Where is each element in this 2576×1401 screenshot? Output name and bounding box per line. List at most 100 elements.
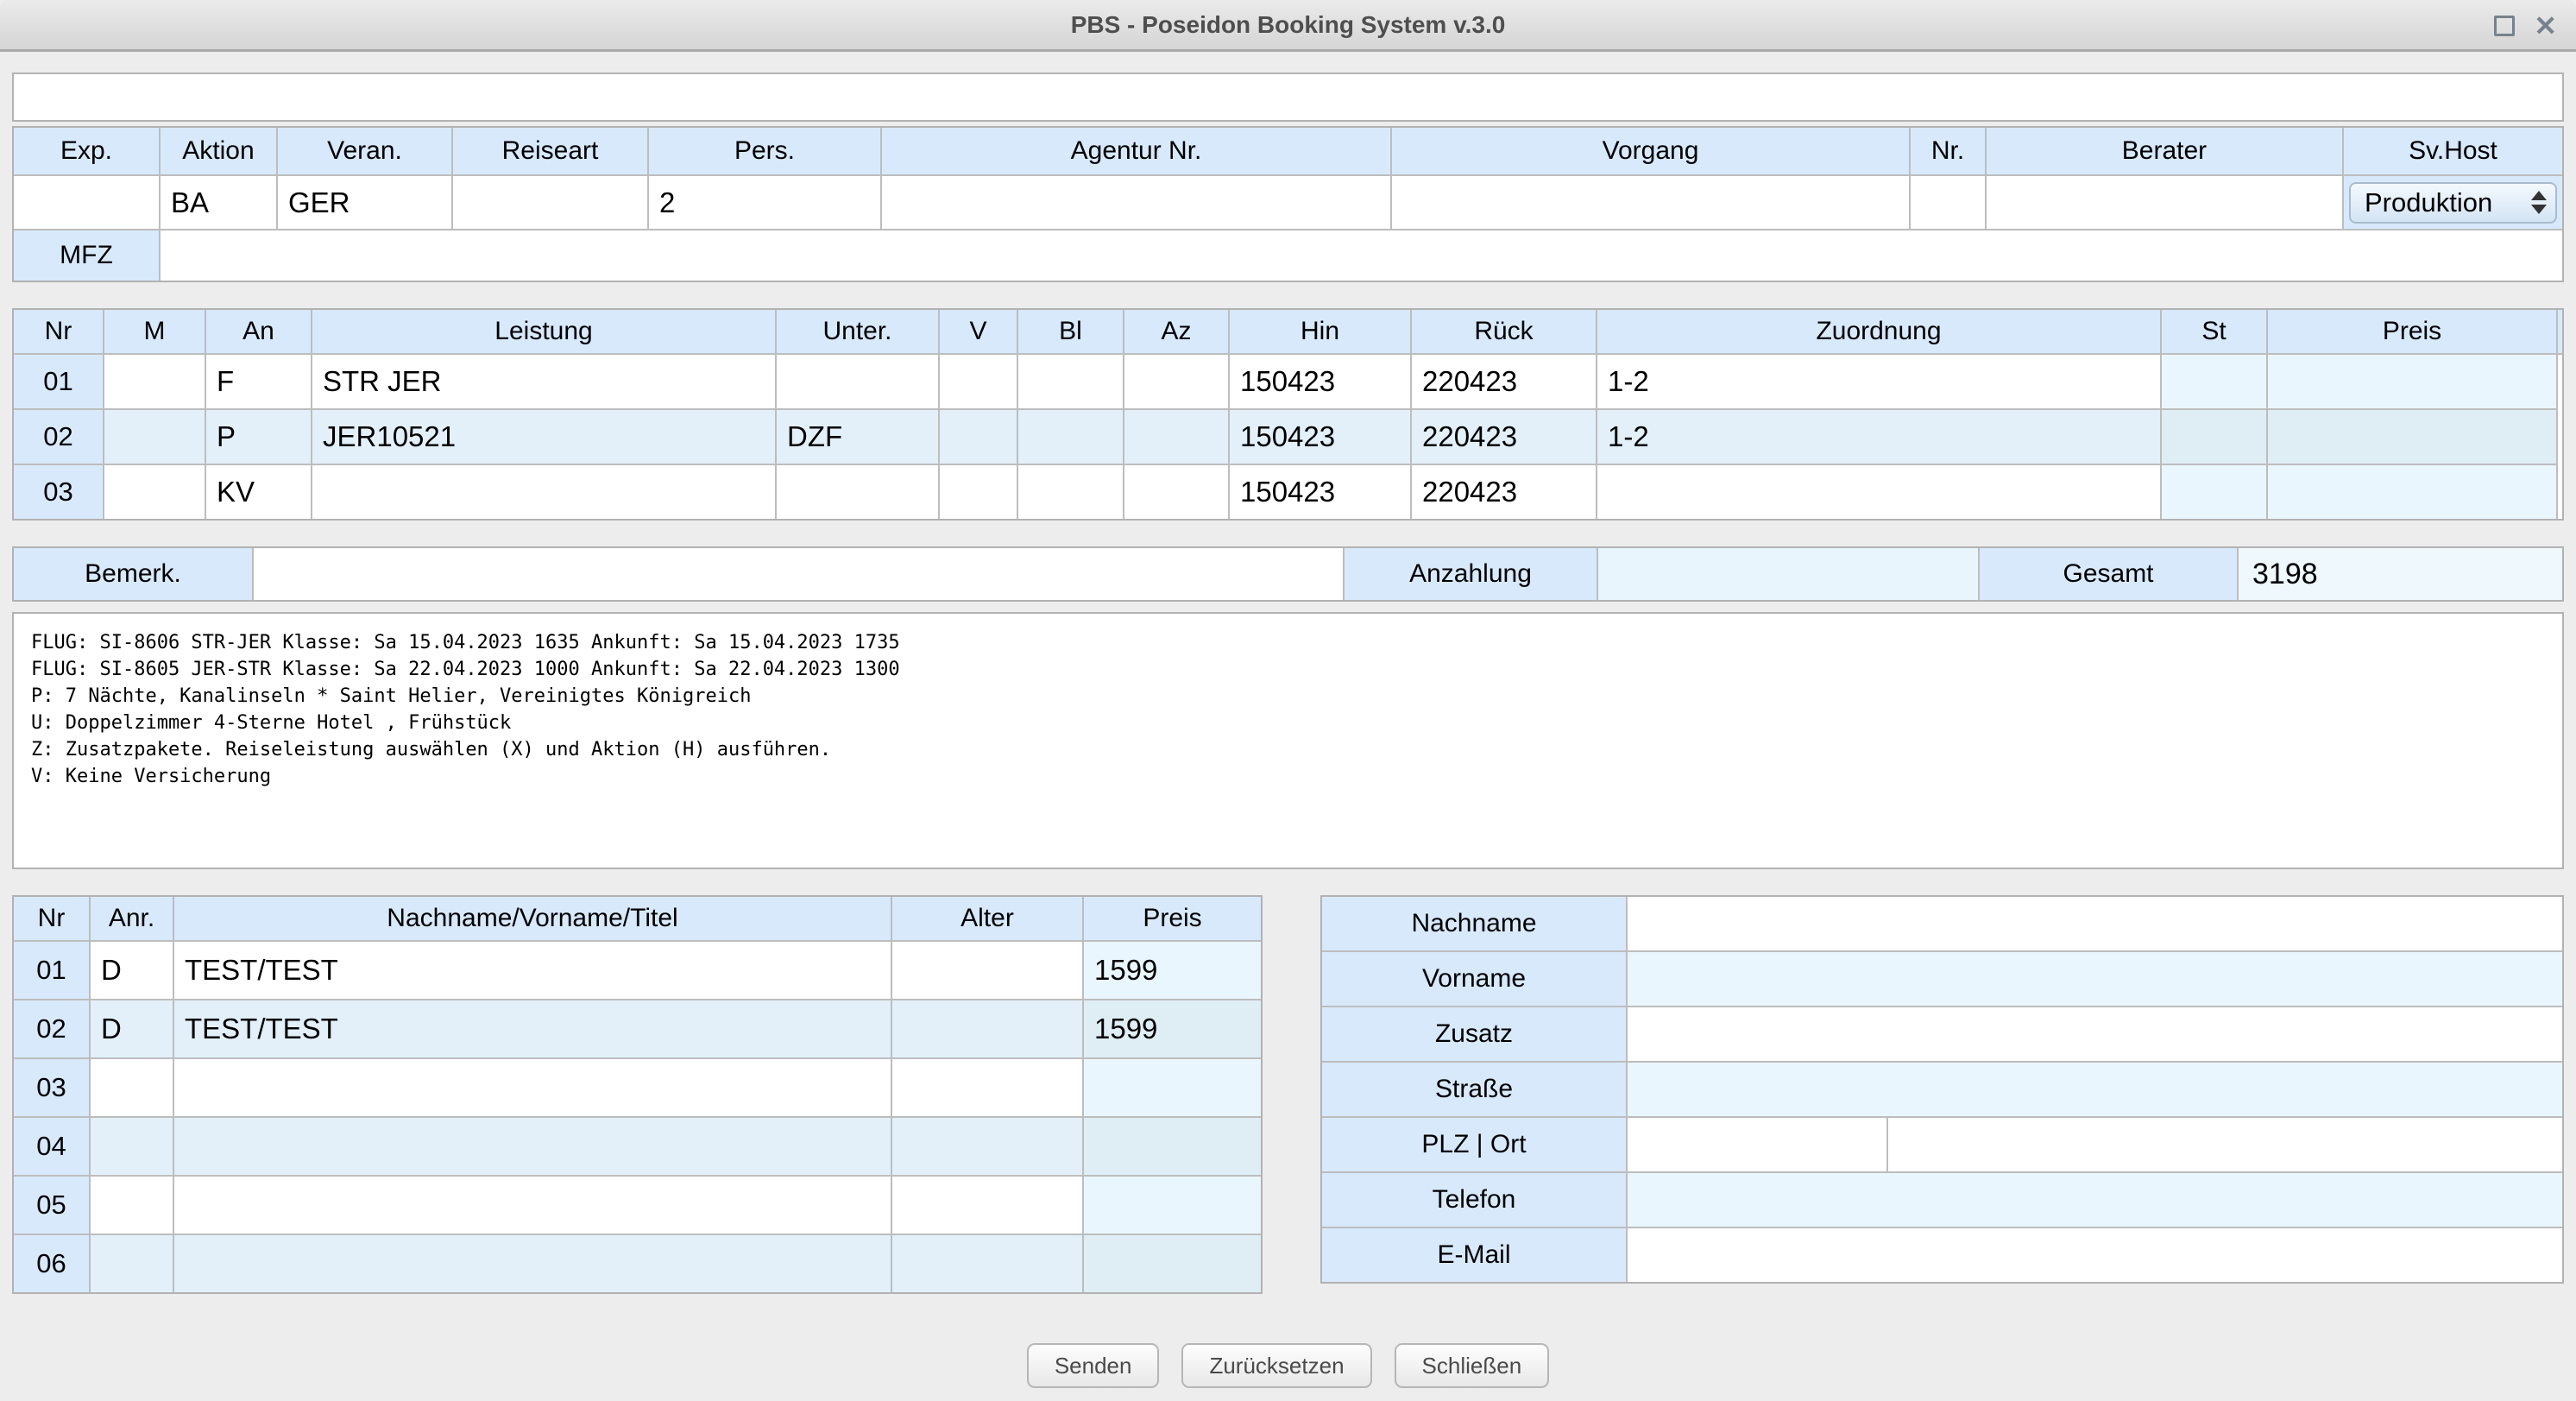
zuruecksetzen-button[interactable]: Zurücksetzen [1181,1343,1371,1388]
svc-hin-cell[interactable]: 150423 [1230,410,1410,464]
exp-field[interactable] [14,176,159,229]
svc-rueck-cell[interactable]: 220423 [1412,355,1596,408]
svc-col-unter: Unter. [777,310,938,353]
svc-leistung-cell[interactable]: STR JER [312,355,775,408]
bemerk-field[interactable] [254,548,1343,600]
info-line: Z: Zusatzpakete. Reiseleistung auswählen… [31,736,2562,763]
svc-zuordnung-cell[interactable]: 1-2 [1597,355,2160,408]
bemerk-label: Bemerk. [14,548,252,600]
sv-host-selected-value: Produktion [2365,187,2492,218]
svc-v-cell[interactable] [940,410,1017,464]
svc-preis-cell [2268,465,2556,519]
svc-col-hin: Hin [1230,310,1410,353]
col-aktion: Aktion [161,128,276,174]
pax-anr-cell[interactable] [91,1118,173,1175]
pax-anr-cell[interactable]: D [91,942,173,999]
col-vorgang: Vorgang [1392,128,1909,174]
svc-bl-cell[interactable] [1018,355,1123,408]
mfz-label: MFZ [14,230,159,281]
pax-alter-cell[interactable] [892,1177,1082,1234]
pax-alter-cell[interactable] [892,1059,1082,1116]
agentur-nr-field[interactable] [882,176,1390,229]
close-icon[interactable]: ✕ [2534,16,2557,36]
telefon-field[interactable] [1628,1173,2562,1227]
plz-field[interactable] [1628,1118,1886,1171]
svc-col-st: St [2162,310,2266,353]
pax-name-cell[interactable] [174,1059,891,1116]
svc-rueck-cell[interactable]: 220423 [1412,410,1596,464]
vorgang-field[interactable] [1392,176,1909,229]
svc-leistung-cell[interactable]: JER10521 [312,410,775,464]
nachname-label: Nachname [1322,897,1626,950]
svc-m-cell[interactable] [104,410,205,464]
svc-az-cell[interactable] [1124,410,1228,464]
nachname-field[interactable] [1628,897,2562,950]
svc-an-cell[interactable]: F [206,355,311,408]
svc-bl-cell[interactable] [1018,465,1123,519]
svc-leistung-cell[interactable] [312,465,775,519]
svc-unter-cell[interactable] [777,465,938,519]
telefon-label: Telefon [1322,1173,1626,1227]
schliessen-button[interactable]: Schließen [1395,1343,1550,1388]
svc-an-cell[interactable]: P [206,410,311,464]
pax-anr-cell[interactable] [91,1059,173,1116]
col-veran: Veran. [278,128,451,174]
vorname-field[interactable] [1628,952,2562,1006]
pax-anr-cell[interactable] [91,1235,173,1292]
sv-host-select[interactable]: Produktion [2349,182,2557,224]
svc-az-cell[interactable] [1124,355,1228,408]
pax-row-nr: 04 [14,1118,89,1175]
pax-alter-cell[interactable] [892,1118,1082,1175]
ort-field[interactable] [1888,1118,2562,1171]
pax-col-nr: Nr [14,897,89,940]
passengers-table: Nr Anr. Nachname/Vorname/Titel Alter Pre… [12,895,1263,1294]
pax-anr-cell[interactable]: D [91,1000,173,1057]
pax-name-cell[interactable] [174,1235,891,1292]
svc-az-cell[interactable] [1124,465,1228,519]
maximize-icon[interactable] [2494,16,2515,36]
aktion-field[interactable]: BA [161,176,276,229]
svc-v-cell[interactable] [940,355,1017,408]
email-field[interactable] [1628,1228,2562,1282]
svc-unter-cell[interactable]: DZF [777,410,938,464]
top-input-bar[interactable] [12,73,2564,122]
info-line: FLUG: SI-8605 JER-STR Klasse: Sa 22.04.2… [31,656,2562,683]
svc-m-cell[interactable] [104,465,205,519]
svc-col-an: An [206,310,311,353]
pax-anr-cell[interactable] [91,1177,173,1234]
pax-name-cell[interactable]: TEST/TEST [174,942,891,999]
pax-row-nr: 05 [14,1177,89,1234]
svc-unter-cell[interactable] [777,355,938,408]
services-table: Nr M An Leistung Unter. V Bl Az Hin Rück… [12,308,2564,521]
svc-v-cell[interactable] [940,465,1017,519]
zusatz-field[interactable] [1628,1007,2562,1061]
reiseart-field[interactable] [453,176,647,229]
pax-preis-cell [1084,1059,1261,1116]
booking-header-table: Exp. Aktion Veran. Reiseart Pers. Agentu… [12,126,2564,282]
strasse-field[interactable] [1628,1063,2562,1116]
berater-field[interactable] [1987,176,2342,229]
svc-hin-cell[interactable]: 150423 [1230,355,1410,408]
pax-col-anr: Anr. [91,897,173,940]
pax-alter-cell[interactable] [892,1235,1082,1292]
svc-rueck-cell[interactable]: 220423 [1412,465,1596,519]
anzahlung-field[interactable] [1598,548,1978,600]
svc-hin-cell[interactable]: 150423 [1230,465,1410,519]
svc-st-cell [2162,355,2266,408]
svc-bl-cell[interactable] [1018,410,1123,464]
svc-col-preis: Preis [2268,310,2556,353]
pax-name-cell[interactable] [174,1118,891,1175]
pax-name-cell[interactable] [174,1177,891,1234]
mfz-field[interactable] [161,230,2562,281]
nr-field[interactable] [1911,176,1985,229]
svc-m-cell[interactable] [104,355,205,408]
pax-name-cell[interactable]: TEST/TEST [174,1000,891,1057]
pers-field[interactable]: 2 [649,176,880,229]
pax-alter-cell[interactable] [892,942,1082,999]
veran-field[interactable]: GER [278,176,451,229]
svc-zuordnung-cell[interactable] [1597,465,2160,519]
svc-an-cell[interactable]: KV [206,465,311,519]
pax-alter-cell[interactable] [892,1000,1082,1057]
svc-zuordnung-cell[interactable]: 1-2 [1597,410,2160,464]
senden-button[interactable]: Senden [1027,1343,1160,1388]
